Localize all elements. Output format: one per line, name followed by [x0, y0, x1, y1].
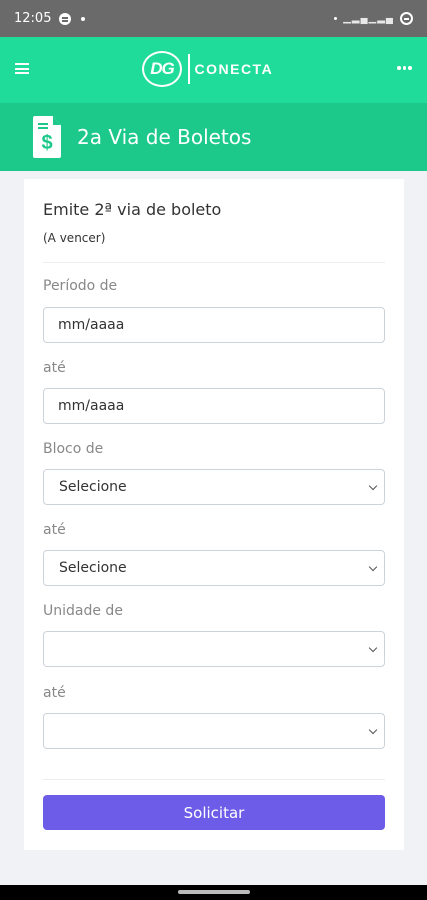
signal-icon: ▁▂▄▁▂▄ [343, 13, 394, 24]
bloco-de-select[interactable]: Selecione [43, 469, 385, 505]
unidade-ate-label: até [43, 685, 66, 701]
app-logo: DG CONECTA [142, 50, 273, 88]
periodo-ate-input[interactable] [43, 388, 385, 424]
solicitar-button[interactable]: Solicitar [43, 795, 385, 830]
navigation-bar [0, 885, 427, 900]
chevron-down-icon [368, 562, 378, 572]
unidade-de-label: Unidade de [43, 603, 123, 619]
home-gesture-handle[interactable] [178, 890, 250, 894]
periodo-ate-label: até [43, 360, 66, 376]
unidade-de-select[interactable] [43, 631, 385, 667]
periodo-de-label: Período de [43, 278, 118, 294]
form-subheading: (A vencer) [43, 231, 106, 245]
notification-icon [59, 12, 72, 25]
logo-mark: DG [142, 51, 182, 87]
divider [43, 262, 385, 263]
logo-separator [188, 54, 190, 84]
bloco-ate-value: Selecione [59, 560, 127, 576]
unidade-ate-select[interactable] [43, 713, 385, 749]
status-time: 12:05 [14, 11, 52, 26]
status-dot-icon [334, 17, 338, 20]
do-not-disturb-icon [400, 12, 413, 25]
document-dollar-icon: $ [33, 116, 61, 158]
bloco-ate-label: até [43, 522, 66, 538]
chevron-down-icon [368, 643, 378, 653]
notification-dot-icon [81, 16, 86, 21]
chevron-down-icon [368, 481, 378, 491]
bloco-de-value: Selecione [59, 479, 127, 495]
divider [43, 779, 385, 780]
status-bar: 12:05 ▁▂▄▁▂▄ [0, 0, 427, 37]
more-icon[interactable] [397, 66, 412, 70]
status-right: ▁▂▄▁▂▄ [334, 12, 413, 25]
bloco-de-label: Bloco de [43, 441, 104, 457]
periodo-de-input[interactable] [43, 307, 385, 343]
chevron-down-icon [368, 725, 378, 735]
menu-icon[interactable] [15, 63, 29, 74]
logo-word: CONECTA [194, 61, 274, 77]
form-heading: Emite 2ª via de boleto [43, 200, 222, 219]
app-bar: DG CONECTA [0, 37, 427, 103]
bloco-ate-select[interactable]: Selecione [43, 550, 385, 586]
page-title: 2a Via de Boletos [77, 125, 252, 149]
